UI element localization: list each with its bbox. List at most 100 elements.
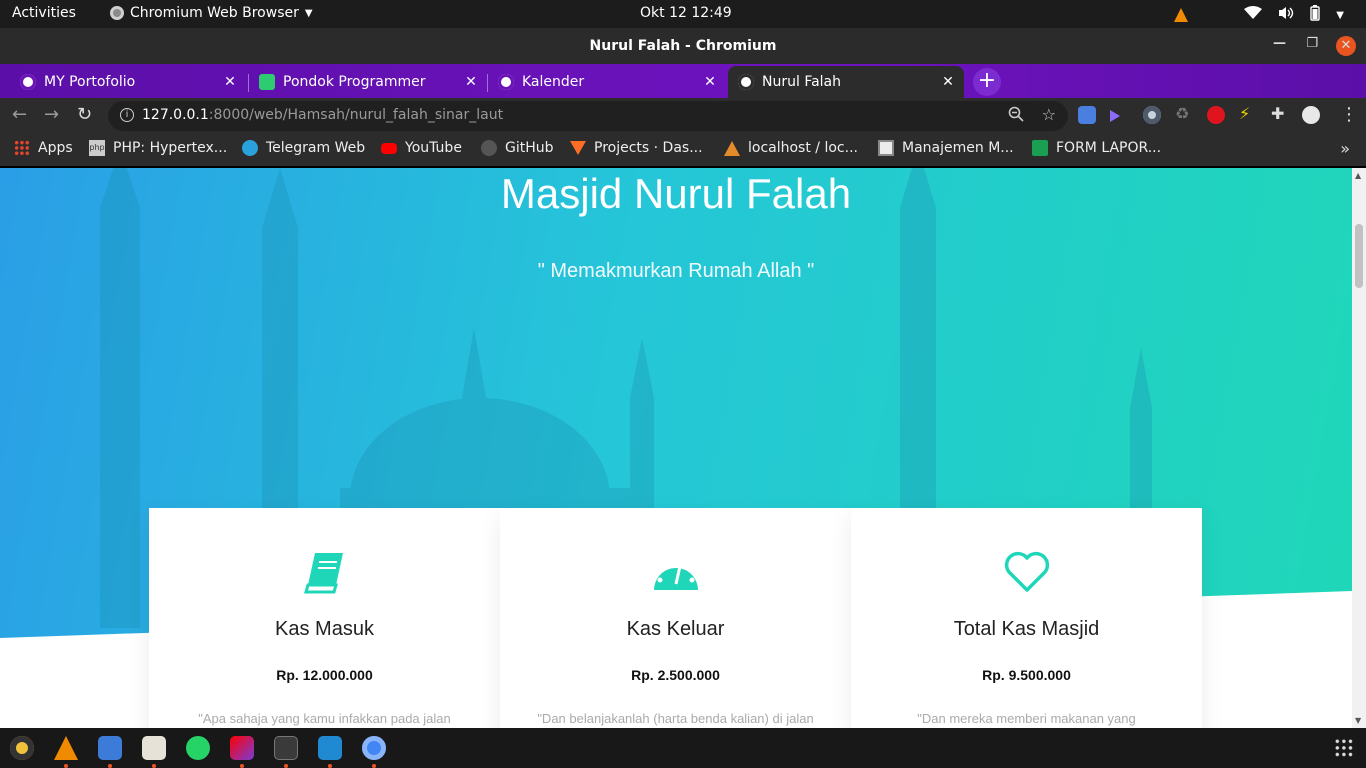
card-quote: "Dan belanjakanlah (harta benda kalian) … <box>537 711 814 726</box>
show-applications-icon[interactable] <box>1334 738 1354 758</box>
card-value: Rp. 9.500.000 <box>982 667 1071 683</box>
bookmark-star-icon[interactable]: ☆ <box>1042 105 1056 124</box>
wifi-icon[interactable] <box>1244 6 1263 24</box>
apps-grid-icon <box>14 140 30 156</box>
chromium-icon <box>110 6 124 20</box>
close-window-icon[interactable]: ✕ <box>1336 36 1356 56</box>
forward-arrow-icon[interactable]: → <box>44 104 59 125</box>
recycle-extension-icon[interactable]: ♻ <box>1175 104 1193 123</box>
card-kas-masuk: Kas Masuk Rp. 12.000.000 "Apa sahaja yan… <box>149 508 500 728</box>
finance-cards: Kas Masuk Rp. 12.000.000 "Apa sahaja yan… <box>149 508 1202 728</box>
menu-kebab-icon[interactable]: ⋮ <box>1340 104 1358 125</box>
reload-icon[interactable]: ↻ <box>77 104 92 125</box>
vlc-tray-icon[interactable] <box>1174 8 1189 22</box>
new-tab-button[interactable]: + <box>973 68 1001 96</box>
tab-label: Nurul Falah <box>762 74 842 90</box>
tab-kalender[interactable]: Kalender ✕ <box>478 66 726 98</box>
minimize-icon[interactable]: — <box>1273 36 1286 51</box>
tab-pondok-programmer[interactable]: Pondok Programmer ✕ <box>239 66 487 98</box>
system-top-bar: Activities Chromium Web Browser ▼ Okt 12… <box>0 0 1366 28</box>
bookmark-youtube[interactable]: YouTube <box>381 140 462 156</box>
translate-extension-icon[interactable] <box>1078 106 1096 124</box>
card-quote: "Dan mereka memberi makanan yang <box>917 711 1136 726</box>
zoom-icon[interactable] <box>1008 106 1024 126</box>
activities-button[interactable]: Activities <box>12 5 76 21</box>
circle-extension-icon[interactable] <box>1143 106 1161 124</box>
system-tray[interactable]: ▼ <box>1174 5 1344 25</box>
card-quote: "Apa sahaja yang kamu infakkan pada jala… <box>198 711 451 726</box>
play-extension-icon[interactable] <box>1110 110 1120 122</box>
globe-icon <box>738 74 754 90</box>
tab-nurul-falah[interactable]: Nurul Falah ✕ <box>728 66 964 98</box>
close-tab-icon[interactable]: ✕ <box>938 74 958 90</box>
window-title: Nurul Falah - Chromium <box>589 38 777 54</box>
gitlab-icon <box>570 141 586 155</box>
code-braces-icon <box>259 74 275 90</box>
site-info-icon[interactable]: i <box>120 108 134 122</box>
tab-label: Pondok Programmer <box>283 74 426 90</box>
close-tab-icon[interactable]: ✕ <box>700 74 720 90</box>
scroll-up-icon[interactable]: ▲ <box>1355 171 1361 180</box>
bookmark-apps[interactable]: Apps <box>14 140 73 156</box>
more-bookmarks-chevron-icon[interactable]: » <box>1340 139 1350 158</box>
profile-avatar[interactable] <box>1302 106 1320 124</box>
tab-my-portofolio[interactable]: MY Portofolio ✕ <box>0 66 246 98</box>
card-value: Rp. 12.000.000 <box>276 667 373 683</box>
window-title-bar: Nurul Falah - Chromium — ❐ ✕ <box>0 28 1366 64</box>
phpmyadmin-icon <box>724 140 740 156</box>
terminal-icon[interactable] <box>274 736 298 760</box>
rhythmbox-icon[interactable] <box>10 736 34 760</box>
youtube-icon <box>381 142 397 154</box>
power-menu-caret-icon[interactable]: ▼ <box>1336 10 1344 21</box>
extensions-puzzle-icon[interactable]: ✚ <box>1271 104 1289 123</box>
heart-icon <box>851 542 1202 602</box>
whatsapp-icon[interactable] <box>186 736 210 760</box>
volume-icon[interactable] <box>1278 6 1294 24</box>
card-kas-keluar: Kas Keluar Rp. 2.500.000 "Dan belanjakan… <box>500 508 851 728</box>
back-arrow-icon[interactable]: ← <box>12 104 27 125</box>
tab-strip: MY Portofolio ✕ Pondok Programmer ✕ Kale… <box>0 64 1366 98</box>
book-icon <box>149 542 500 602</box>
bookmark-form-lapor[interactable]: FORM LAPOR... <box>1032 140 1161 156</box>
bookmark-php[interactable]: php PHP: Hypertex... <box>89 140 227 156</box>
bookmark-gitlab[interactable]: Projects · Das... <box>570 140 703 156</box>
speedometer-icon <box>500 542 851 602</box>
adblock-extension-icon[interactable] <box>1207 106 1225 124</box>
page-scrollbar[interactable]: ▲ ▼ <box>1352 168 1366 728</box>
maximize-icon[interactable]: ❐ <box>1306 36 1318 51</box>
github-icon <box>481 140 497 156</box>
clock[interactable]: Okt 12 12:49 <box>640 5 732 21</box>
scrollbar-thumb[interactable] <box>1355 224 1363 288</box>
card-title: Total Kas Masjid <box>953 618 1100 640</box>
bookmark-phpmyadmin[interactable]: localhost / loc... <box>724 140 858 156</box>
libreoffice-writer-icon[interactable] <box>98 736 122 760</box>
bookmarks-bar: Apps php PHP: Hypertex... Telegram Web Y… <box>0 134 1366 166</box>
close-tab-icon[interactable]: ✕ <box>220 74 240 90</box>
app-menu[interactable]: Chromium Web Browser ▼ <box>110 5 313 21</box>
globe-icon <box>498 74 514 90</box>
bookmark-telegram[interactable]: Telegram Web <box>242 140 365 156</box>
chromium-dock-icon[interactable] <box>362 736 386 760</box>
scroll-down-icon[interactable]: ▼ <box>1355 716 1361 725</box>
vlc-icon[interactable] <box>54 736 78 760</box>
card-value: Rp. 2.500.000 <box>631 667 720 683</box>
files-icon[interactable] <box>142 736 166 760</box>
page-viewport: Masjid Nurul Falah " Memakmurkan Rumah A… <box>0 168 1352 728</box>
caret-down-icon: ▼ <box>304 7 313 19</box>
app-menu-label: Chromium Web Browser <box>130 5 299 21</box>
jetbrains-icon[interactable] <box>230 736 254 760</box>
url-text[interactable]: 127.0.0.1:8000/web/Hamsah/nurul_falah_si… <box>142 107 503 123</box>
card-total-kas-masjid: Total Kas Masjid Rp. 9.500.000 "Dan mere… <box>851 508 1202 728</box>
bookmark-github[interactable]: GitHub <box>481 140 554 156</box>
dock <box>0 728 1366 768</box>
bookmark-manajemen[interactable]: Manajemen M... <box>878 140 1014 156</box>
browser-toolbar: ← → ↻ i 127.0.0.1:8000/web/Hamsah/nurul_… <box>0 98 1366 134</box>
telegram-icon <box>242 140 258 156</box>
battery-icon[interactable] <box>1310 5 1320 25</box>
lightning-extension-icon[interactable]: ⚡ <box>1239 104 1257 123</box>
vscode-icon[interactable] <box>318 736 342 760</box>
tab-label: MY Portofolio <box>44 74 136 90</box>
address-bar[interactable]: i 127.0.0.1:8000/web/Hamsah/nurul_falah_… <box>108 101 1068 131</box>
tab-label: Kalender <box>522 74 585 90</box>
google-forms-icon <box>1032 140 1048 156</box>
